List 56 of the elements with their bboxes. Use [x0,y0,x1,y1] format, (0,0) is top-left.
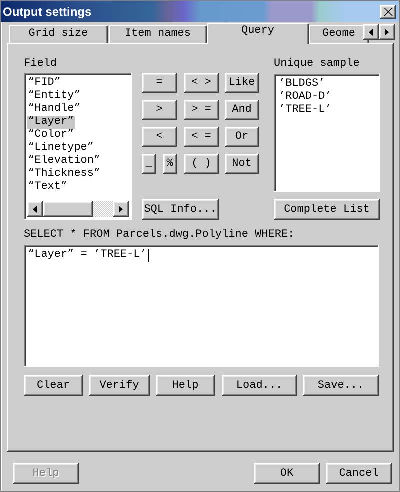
field-list-item[interactable]: “Thickness” [27,168,102,181]
tab[interactable]: Geome [309,25,369,43]
operator-button[interactable]: = [142,73,177,93]
field-list-item[interactable]: “Text” [27,181,69,194]
unique-sample-listbox[interactable]: ’BLDGS’ ’ROAD-D’ ’TREE-L’ [274,74,380,192]
field-label: Field [24,58,58,71]
scrollbar-thumb[interactable] [43,201,93,217]
field-list-item[interactable]: “FID” [27,77,62,90]
field-list-item[interactable]: “Color” [27,129,76,142]
operator-button[interactable]: % [163,154,177,174]
operator-button[interactable]: Or [225,127,259,147]
sample-list-item[interactable]: ’BLDGS’ [278,78,326,91]
sample-list-item[interactable]: ’ROAD-D’ [278,91,333,104]
sql-info-button[interactable]: SQL Info... [142,199,219,220]
left-triangle-icon [369,28,373,36]
tab[interactable]: Query [207,23,309,44]
field-list-item[interactable]: “Linetype” [27,142,96,155]
horizontal-scrollbar[interactable] [27,201,129,217]
field-list-item[interactable]: “Elevation” [27,155,102,168]
tab-scroll-right-button[interactable] [379,24,395,40]
operator-button[interactable]: < > [184,73,219,93]
tab-scroll-left-button[interactable] [363,24,379,40]
operator-button[interactable]: And [225,100,259,120]
right-triangle-icon [385,28,389,36]
operator-button[interactable]: < [142,127,177,147]
operator-button[interactable]: Like [225,73,259,93]
operator-button[interactable]: Not [225,154,259,174]
right-triangle-icon [119,206,123,212]
complete-list-button[interactable]: Complete List [274,199,380,220]
query-action-button[interactable]: Save... [303,375,379,396]
close-icon [384,8,392,16]
operator-button[interactable]: < = [184,127,219,147]
query-action-button[interactable]: Clear [24,375,83,396]
window-title: Output settings [3,4,93,18]
sample-list-item[interactable]: ’TREE-L’ [278,104,333,117]
select-statement-label: SELECT * FROM Parcels.dwg.Polyline WHERE: [24,229,296,242]
unique-sample-label: Unique sample [274,58,361,71]
query-input-field[interactable]: “Layer” = ’TREE-L’ [24,245,379,367]
field-list-item[interactable]: “Layer” [27,116,76,129]
tab[interactable]: Grid size [9,25,108,43]
close-button[interactable] [380,4,396,18]
field-list-item[interactable]: “Handle” [27,103,82,116]
operator-button[interactable]: _ [142,154,156,174]
query-action-button[interactable]: Help [156,375,215,396]
text-caret [148,249,149,262]
query-action-button[interactable]: Verify [89,375,150,396]
tab[interactable]: Item names [109,25,207,43]
query-action-button[interactable]: Load... [222,375,297,396]
ok-button[interactable]: OK [254,463,320,484]
field-list-item[interactable]: “Entity” [27,90,82,103]
field-listbox[interactable]: “FID” “Entity” “Handle” “Layer” “Color” “Linetype” “Elevation” “Thickness” “Text” [24,73,132,220]
operator-button[interactable]: ( ) [184,154,219,174]
cancel-button[interactable]: Cancel [326,463,392,484]
operator-button[interactable]: > [142,100,177,120]
operator-button[interactable]: > = [184,100,219,120]
left-triangle-icon [33,206,37,212]
